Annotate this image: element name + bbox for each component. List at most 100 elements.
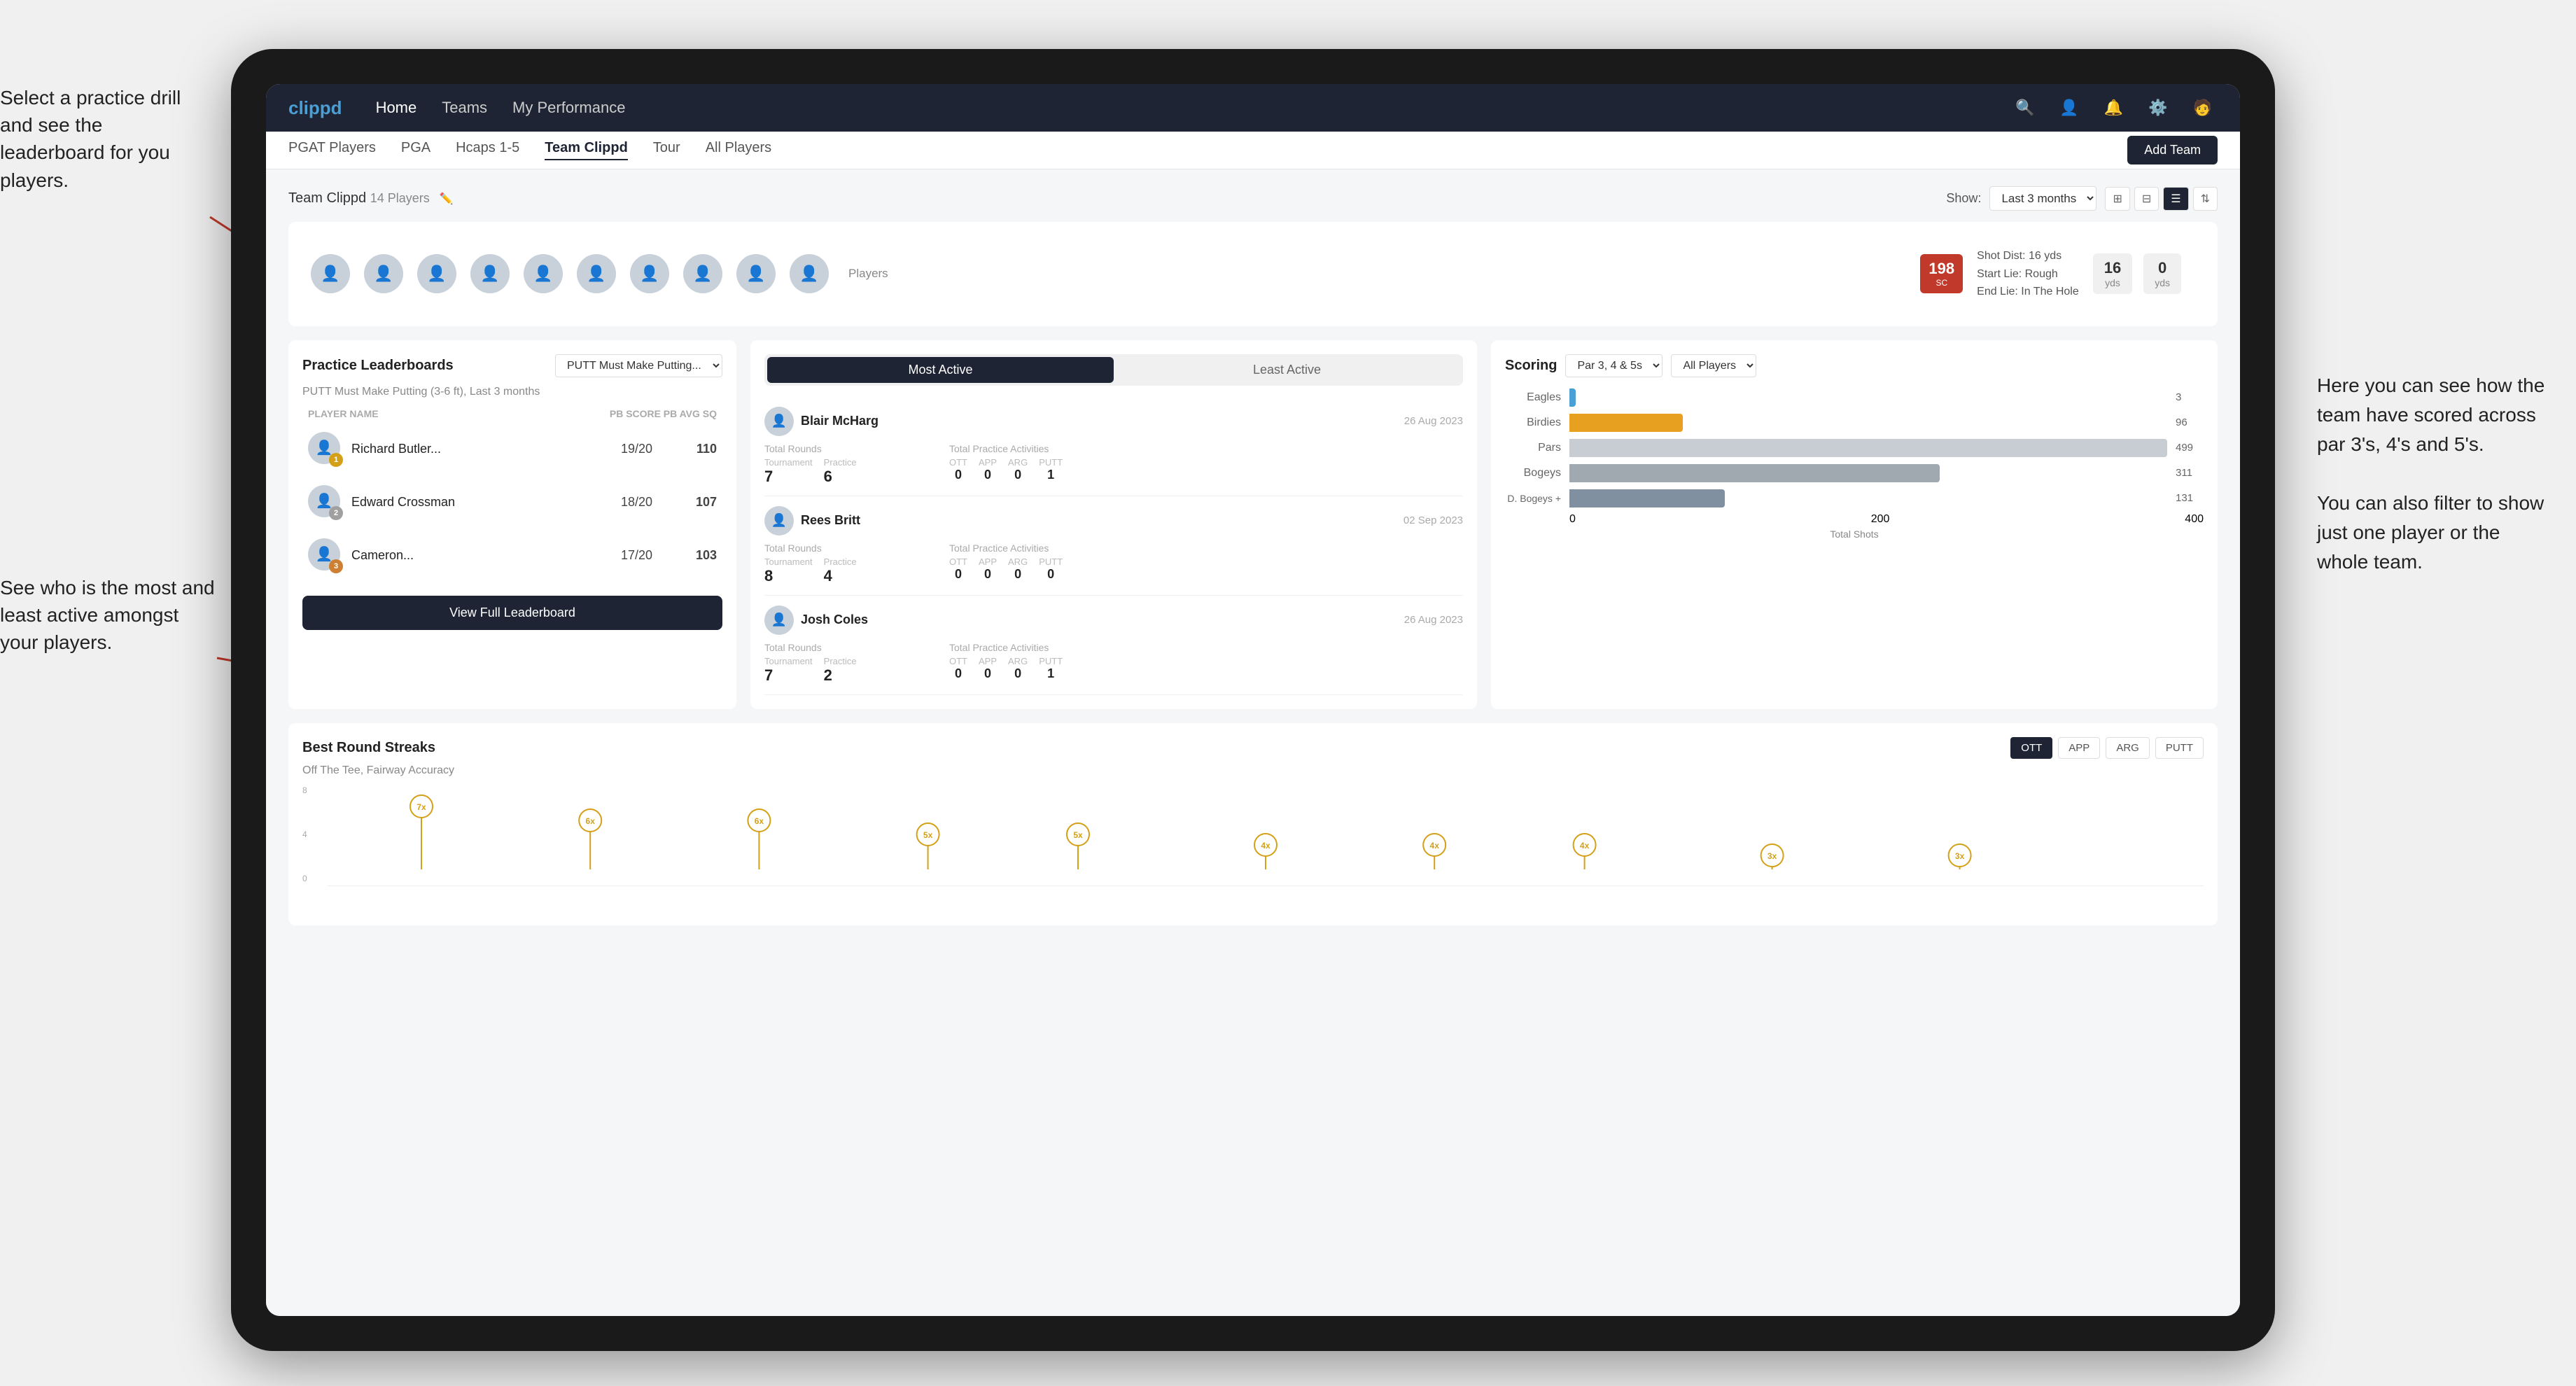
lb-score-1: 19/20 [596,442,652,456]
nav-logo: clippd [288,97,342,119]
lb-score-2: 18/20 [596,495,652,510]
view-icons: ⊞ ⊟ ☰ ⇅ [2105,187,2218,211]
active-tabs: Most Active Least Active [764,354,1463,386]
bar-container-eagles [1569,388,2167,407]
svg-text:7x: 7x [416,802,426,812]
bar-value-pars: 499 [2176,442,2204,454]
lb-rank-avatar-3: 👤 3 [308,538,343,573]
view-grid-sm-button[interactable]: ⊞ [2105,187,2129,211]
scoring-filter-par[interactable]: Par 3, 4 & 5s Par 3s Par 4s Par 5s [1565,354,1662,377]
tab-least-active[interactable]: Least Active [1114,357,1460,383]
svg-text:6x: 6x [586,816,596,826]
player-avatar-5[interactable]: 👤 [524,254,563,293]
subnav-team-clippd[interactable]: Team Clippd [545,140,628,160]
player-avatar-7[interactable]: 👤 [630,254,669,293]
shot-yardage: 16 yds 0 yds [2093,253,2181,294]
nav-link-home[interactable]: Home [376,99,417,117]
lb-rank-avatar-2: 👤 2 [308,485,343,520]
search-icon[interactable]: 🔍 [2010,96,2040,120]
shot-badge: 198 SC [1920,254,1963,293]
x-label-400: 400 [2185,513,2204,526]
lb-name-3: Cameron... [351,548,588,563]
sub-nav: PGAT Players PGA Hcaps 1-5 Team Clippd T… [266,132,2240,169]
nav-links: Home Teams My Performance [376,99,2010,117]
nav-link-teams[interactable]: Teams [442,99,487,117]
pai-avatar-3: 👤 [764,606,794,635]
show-select[interactable]: Last 3 months Last 6 months Last year [1989,186,2096,211]
pai-date-3: 26 Aug 2023 [1404,614,1463,626]
pai-practice-activities-1: Total Practice Activities OTT0 APP0 ARG0… [949,443,1463,486]
y-axis: 8 4 0 [302,785,325,883]
person-icon[interactable]: 👤 [2054,96,2084,120]
lb-name-1: Richard Butler... [351,442,588,456]
pai-header-1: 👤 Blair McHarg 26 Aug 2023 [764,407,1463,436]
streaks-filter-app[interactable]: APP [2058,737,2100,759]
bar-label-eagles: Eagles [1505,391,1561,404]
bar-row-bogeys: Bogeys 311 [1505,464,2204,482]
pai-date-2: 02 Sep 2023 [1404,514,1463,526]
lb-score-3: 17/20 [596,548,652,563]
tablet-screen: clippd Home Teams My Performance 🔍 👤 🔔 ⚙… [266,84,2240,1316]
svg-text:3x: 3x [1768,851,1777,861]
bar-label-pars: Pars [1505,442,1561,454]
edit-icon[interactable]: ✏️ [440,192,454,206]
scoring-filter-player[interactable]: All Players [1671,354,1756,377]
player-avatar-4[interactable]: 👤 [470,254,510,293]
subnav-all-players[interactable]: All Players [706,140,771,160]
pai-stats-1: Total Rounds Tournament 7 Practice 6 [764,443,1463,486]
lb-avg-1: 110 [661,442,717,456]
avatar-icon[interactable]: 🧑 [2188,96,2218,120]
player-avatar-3[interactable]: 👤 [417,254,456,293]
scoring-card: Scoring Par 3, 4 & 5s Par 3s Par 4s Par … [1491,340,2218,709]
subnav-tour[interactable]: Tour [653,140,680,160]
view-full-leaderboard-button[interactable]: View Full Leaderboard [302,596,722,630]
player-avatar-10[interactable]: 👤 [790,254,829,293]
streaks-filter-ott[interactable]: OTT [2010,737,2052,759]
nav-link-my-performance[interactable]: My Performance [512,99,625,117]
pai-header-2: 👤 Rees Britt 02 Sep 2023 [764,506,1463,536]
subnav-pgat[interactable]: PGAT Players [288,140,376,160]
streaks-subtitle: Off The Tee, Fairway Accuracy [302,764,2204,777]
streaks-title: Best Round Streaks [302,740,435,756]
drill-selector[interactable]: PUTT Must Make Putting... [555,354,722,377]
subnav-hcaps[interactable]: Hcaps 1-5 [456,140,519,160]
view-list-button[interactable]: ☰ [2163,187,2188,211]
pai-avatar-2: 👤 [764,506,794,536]
streaks-filter-putt[interactable]: PUTT [2155,737,2204,759]
lb-rank-badge-2: 2 [329,506,343,520]
lb-rank-avatar-1: 👤 1 [308,432,343,467]
pai-name-3: Josh Coles [801,612,1397,627]
bell-icon[interactable]: 🔔 [2099,96,2129,120]
tab-most-active[interactable]: Most Active [767,357,1114,383]
player-activity-2: 👤 Rees Britt 02 Sep 2023 Total Rounds To… [764,496,1463,596]
scoring-title: Scoring [1505,358,1557,374]
subnav-pga[interactable]: PGA [401,140,430,160]
lb-rank-badge-3: 3 [329,559,343,573]
bar-chart: Eagles 3 Birdies 96 [1505,388,2204,507]
player-activity-1: 👤 Blair McHarg 26 Aug 2023 Total Rounds … [764,397,1463,496]
pai-header-3: 👤 Josh Coles 26 Aug 2023 [764,606,1463,635]
view-sort-button[interactable]: ⇅ [2193,187,2218,211]
player-avatar-1[interactable]: 👤 [311,254,350,293]
player-avatar-2[interactable]: 👤 [364,254,403,293]
view-grid-lg-button[interactable]: ⊟ [2134,187,2159,211]
add-team-button[interactable]: Add Team [2127,136,2218,164]
player-avatar-9[interactable]: 👤 [736,254,776,293]
drill-subtitle: PUTT Must Make Putting (3-6 ft), Last 3 … [302,386,722,398]
lb-player-row-1[interactable]: 👤 1 Richard Butler... 19/20 110 [302,425,722,474]
player-avatar-8[interactable]: 👤 [683,254,722,293]
yardage-box-1: 16 yds [2093,253,2132,294]
bar-row-pars: Pars 499 [1505,439,2204,457]
settings-icon[interactable]: ⚙️ [2143,96,2173,120]
player-avatar-6[interactable]: 👤 [577,254,616,293]
streaks-filter-arg[interactable]: ARG [2106,737,2150,759]
pai-name-1: Blair McHarg [801,414,1397,428]
svg-text:4x: 4x [1580,841,1590,850]
shot-details: Shot Dist: 16 yds Start Lie: Rough End L… [1977,247,2079,301]
lb-player-row-3[interactable]: 👤 3 Cameron... 17/20 103 [302,531,722,580]
lb-avg-3: 103 [661,548,717,563]
svg-text:5x: 5x [1073,830,1083,840]
lb-player-row-2[interactable]: 👤 2 Edward Crossman 18/20 107 [302,478,722,527]
annotation-left-bottom: See who is the most and least active amo… [0,574,217,657]
player-count: 14 Players [370,191,430,205]
